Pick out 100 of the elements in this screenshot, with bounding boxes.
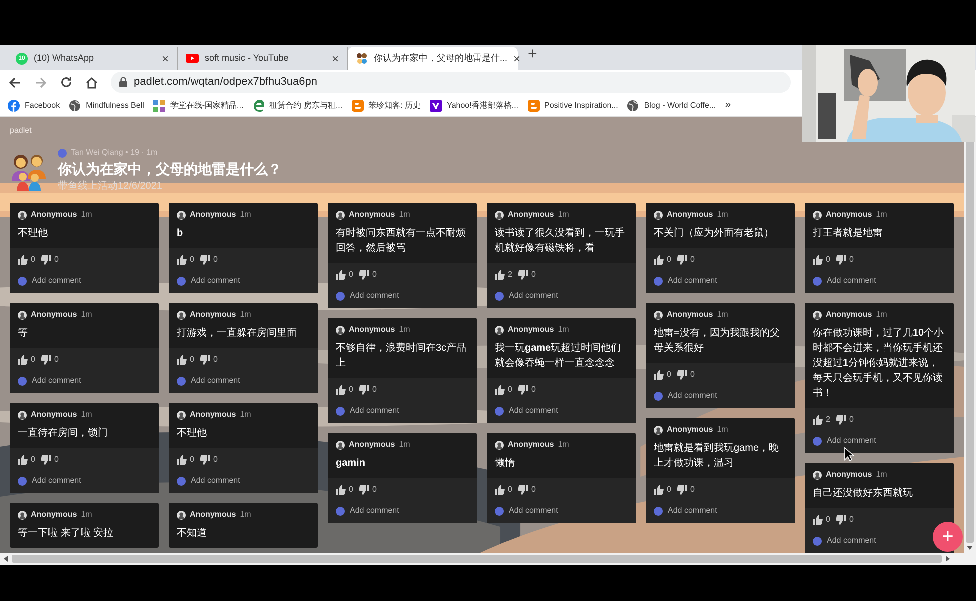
add-comment-link[interactable]: Add comment	[191, 375, 240, 387]
add-comment-link[interactable]: Add comment	[668, 390, 718, 402]
like-count: 0	[349, 484, 354, 496]
post-text: 不理他	[176, 427, 208, 441]
like-count: 0	[349, 269, 354, 281]
bookmark-link[interactable]: 租赁合约 房东与租...	[270, 100, 343, 112]
dislike-count: 0	[690, 254, 695, 266]
author-text: Tan Wei Qiang • 19 · 1m	[71, 147, 158, 159]
dislike-count: 0	[213, 354, 218, 366]
post-text: 不知道	[176, 527, 208, 541]
like-count: 0	[190, 254, 194, 266]
post-author: Anonymous	[508, 439, 554, 451]
like-count: 0	[31, 254, 36, 266]
like-count: 0	[31, 454, 36, 466]
post-author: Anonymous	[349, 439, 396, 451]
post-text: 一直待在房间，锁门	[17, 426, 109, 441]
tab-title: (10) WhatsApp	[34, 52, 96, 65]
post-time: 1m	[558, 324, 570, 336]
bookmark-link[interactable]: 学堂在线-国家精品...	[170, 100, 244, 112]
tab-title: 你认为在家中，父母的地雷是什...	[374, 52, 508, 65]
tab-close-button[interactable]: ×	[332, 50, 339, 68]
post-text: 地雷就是看到我玩game，晚上才做功课，温习	[653, 442, 780, 471]
post-time: 1m	[81, 409, 92, 421]
post-time: 1m	[717, 424, 728, 436]
post-author: Anonymous	[31, 309, 78, 321]
post-time: 1m	[240, 209, 252, 221]
brand-text: padlet	[10, 125, 33, 137]
add-comment-link[interactable]: Add comment	[668, 505, 718, 517]
post-text: 有时被问东西就有一点不耐烦回答，然后被骂	[335, 226, 467, 256]
post-time: 1m	[717, 209, 728, 221]
post-time: 1m	[240, 409, 252, 421]
add-comment-link[interactable]: Add comment	[350, 290, 400, 302]
add-comment-link[interactable]: Add comment	[509, 405, 558, 417]
add-comment-link[interactable]: Add comment	[827, 435, 876, 447]
post-author: Anonymous	[826, 209, 872, 221]
post-time: 1m	[876, 309, 888, 321]
post-text: b	[176, 227, 184, 241]
add-comment-link[interactable]: Add comment	[668, 275, 718, 287]
like-count: 0	[508, 484, 512, 496]
dislike-count: 0	[849, 514, 854, 526]
post-text: 我一玩game玩超过时间他们就会像吞蝇一样一直念念念	[494, 342, 622, 371]
post-author: Anonymous	[508, 324, 554, 336]
add-comment-link[interactable]: Add comment	[350, 405, 400, 417]
add-comment-link[interactable]: Add comment	[827, 535, 876, 547]
post-time: 1m	[240, 509, 252, 521]
dislike-count: 0	[849, 414, 854, 426]
post-time: 1m	[81, 509, 92, 521]
post-text: 你在做功课时，过了几10个小时都不会进来，当你玩手机还没超过1分钟你妈就进来说，每天只会玩手机，又不见你读书！	[812, 326, 946, 401]
add-comment-link[interactable]: Add comment	[827, 275, 876, 287]
post-text: 懒惰	[494, 456, 516, 471]
add-comment-link[interactable]: Add comment	[509, 290, 558, 302]
dislike-count: 0	[54, 254, 59, 266]
like-count: 0	[667, 254, 672, 266]
dislike-count: 0	[531, 484, 536, 496]
add-comment-link[interactable]: Add comment	[32, 475, 82, 487]
more-bookmarks-button[interactable]: »	[725, 97, 732, 114]
like-count: 0	[508, 384, 512, 396]
post-time: 1m	[240, 309, 252, 321]
dislike-count: 0	[372, 269, 377, 281]
post-text: 不理他	[17, 227, 49, 241]
post-author: Anonymous	[826, 469, 872, 481]
post-time: 1m	[876, 469, 888, 481]
post-time: 1m	[399, 439, 410, 451]
like-count: 0	[190, 454, 194, 466]
dislike-count: 0	[690, 484, 695, 496]
post-author: Anonymous	[349, 324, 396, 336]
like-count: 0	[31, 354, 36, 366]
post-author: Anonymous	[190, 209, 236, 221]
dislike-count: 0	[213, 254, 218, 266]
bookmark-link[interactable]: Facebook	[25, 100, 60, 112]
post-author: Anonymous	[667, 309, 714, 321]
dislike-count: 0	[531, 269, 536, 281]
post-text: 不关门（应为外面有老鼠）	[653, 226, 775, 241]
add-comment-link[interactable]: Add comment	[191, 475, 240, 487]
bookmark-link[interactable]: 笨珍知客: 历史	[368, 100, 422, 112]
bookmark-link[interactable]: Positive Inspiration...	[544, 100, 618, 112]
like-count: 0	[190, 354, 194, 366]
board-title: 你认为在家中，父母的地雷是什么？	[58, 160, 282, 179]
new-tab-button[interactable]: +	[528, 43, 538, 67]
post-text: 自己还没做好东西就玩	[812, 486, 914, 501]
tab-close-button[interactable]: ×	[162, 50, 169, 68]
add-comment-link[interactable]: Add comment	[32, 275, 82, 287]
add-comment-link[interactable]: Add comment	[509, 505, 558, 517]
bookmark-link[interactable]: Blog - World Coffe...	[644, 100, 716, 112]
add-comment-link[interactable]: Add comment	[32, 375, 82, 387]
tab-close-button[interactable]: ×	[514, 50, 521, 68]
bookmark-link[interactable]: Yahoo!香港部落格...	[447, 100, 519, 112]
add-comment-link[interactable]: Add comment	[191, 275, 240, 287]
board-subtitle: 带鱼线上活动12/6/2021	[58, 180, 164, 194]
add-comment-link[interactable]: Add comment	[350, 505, 400, 517]
post-text: 不够自律，浪费时间在3c产品上	[335, 342, 468, 371]
like-count: 2	[826, 414, 830, 426]
address-bar[interactable]: padlet.com/wqtan/odpex7bfhu3ua6pn	[111, 72, 791, 93]
post-author: Anonymous	[508, 209, 554, 221]
bookmark-link[interactable]: Mindfulness Bell	[86, 100, 144, 112]
browser-tab[interactable]: 你认为在家中，父母的地雷是什... ×	[348, 47, 518, 70]
post-time: 1m	[717, 309, 728, 321]
url-text: padlet.com/wqtan/odpex7bfhu3ua6pn	[134, 75, 318, 90]
dislike-count: 0	[372, 384, 377, 396]
post-time: 1m	[81, 209, 92, 221]
